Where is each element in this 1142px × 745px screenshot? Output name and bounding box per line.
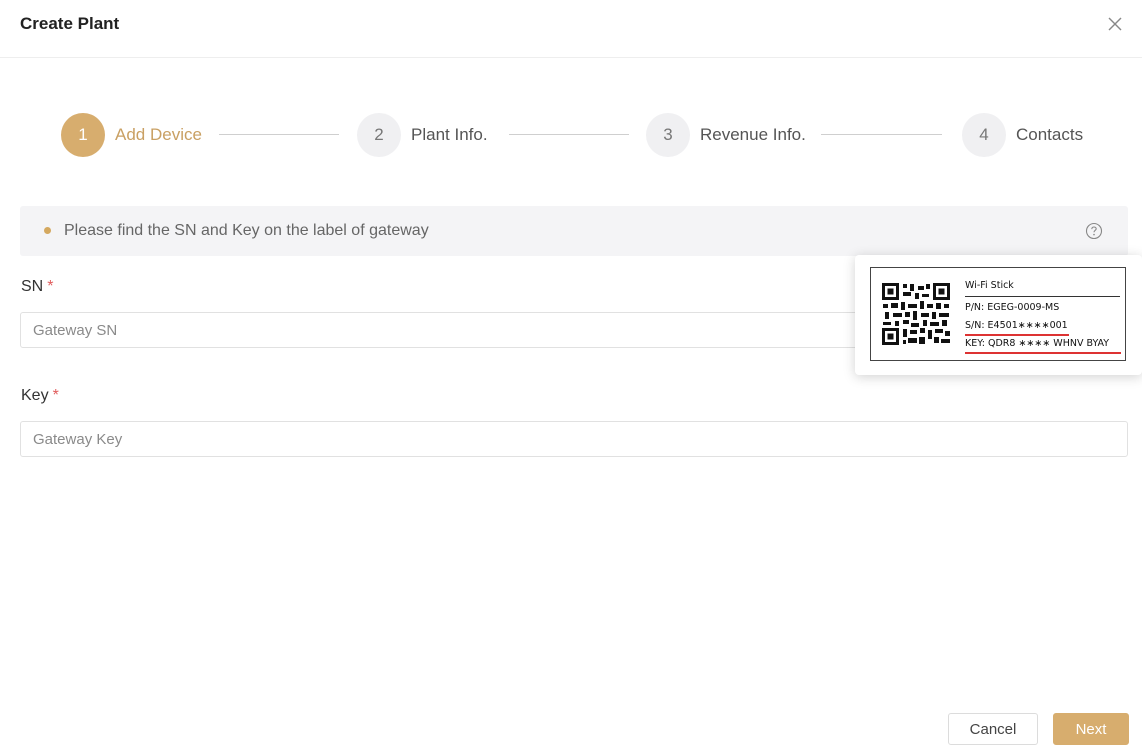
key-label-text: Key <box>21 387 49 404</box>
label-divider <box>965 296 1120 297</box>
step-label: Revenue Info. <box>700 125 806 144</box>
sn-label: SN * <box>21 278 53 296</box>
step-label: Contacts <box>1016 125 1084 144</box>
help-circle-icon[interactable] <box>1085 222 1103 240</box>
label-product: Wi-Fi Stick <box>965 280 1014 291</box>
step-plant-info[interactable]: 2 Plant Info. <box>357 113 488 157</box>
step-number: 3 <box>646 113 690 157</box>
step-label: Plant Info. <box>411 125 488 144</box>
hint-banner: Please find the SN and Key on the label … <box>20 206 1128 256</box>
dialog-header: Create Plant <box>0 0 1142 58</box>
step-add-device[interactable]: 1 Add Device <box>61 113 202 157</box>
label-sn: S/N: E4501∗∗∗∗001 <box>965 320 1068 331</box>
dialog-title: Create Plant <box>20 14 120 33</box>
next-button[interactable]: Next <box>1053 713 1129 745</box>
sn-label-text: SN <box>21 278 44 295</box>
step-revenue-info[interactable]: 3 Revenue Info. <box>646 113 806 157</box>
hint-text: Please find the SN and Key on the label … <box>64 222 429 239</box>
qr-code-icon <box>881 282 951 346</box>
stepper: 1 Add Device 2 Plant Info. 3 Revenue Inf… <box>0 113 1142 157</box>
step-connector <box>219 134 339 135</box>
key-input[interactable] <box>20 421 1128 457</box>
key-highlight-underline <box>965 352 1121 354</box>
bullet-dot-icon <box>44 227 51 234</box>
label-pn: P/N: EGEG-0009-MS <box>965 302 1060 313</box>
step-contacts[interactable]: 4 Contacts <box>962 113 1083 157</box>
key-label: Key * <box>21 387 59 405</box>
step-number: 1 <box>61 113 105 157</box>
step-label: Add Device <box>115 125 202 144</box>
close-icon[interactable] <box>1103 12 1127 36</box>
required-mark: * <box>52 387 59 404</box>
step-connector <box>821 134 942 135</box>
label-example-popover: Wi-Fi Stick P/N: EGEG-0009-MS S/N: E4501… <box>855 255 1142 375</box>
label-key: KEY: QDR8 ∗∗∗∗ WHNV BYAY <box>965 338 1110 349</box>
gateway-label-image: Wi-Fi Stick P/N: EGEG-0009-MS S/N: E4501… <box>870 267 1126 361</box>
step-number: 2 <box>357 113 401 157</box>
step-connector <box>509 134 629 135</box>
sn-highlight-underline <box>965 334 1069 336</box>
step-number: 4 <box>962 113 1006 157</box>
required-mark: * <box>47 278 54 295</box>
cancel-button[interactable]: Cancel <box>948 713 1038 745</box>
